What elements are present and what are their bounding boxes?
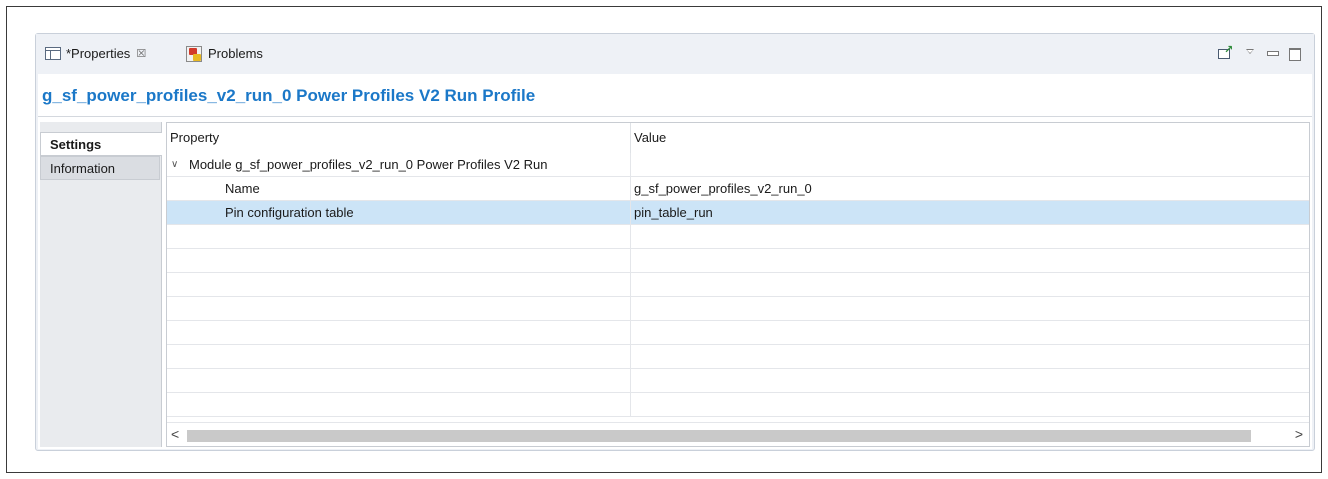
tab-properties[interactable]: *Properties ☒ — [45, 40, 146, 67]
properties-content: g_sf_power_profiles_v2_run_0 Power Profi… — [38, 74, 1312, 449]
section-tabs: Settings Information — [40, 122, 162, 447]
empty-row — [167, 369, 1309, 393]
row-value[interactable]: g_sf_power_profiles_v2_run_0 — [631, 177, 1309, 200]
scrollbar-thumb[interactable] — [187, 430, 1251, 442]
empty-row — [167, 393, 1309, 417]
section-tab-settings[interactable]: Settings — [40, 132, 162, 156]
horizontal-scrollbar[interactable]: < > — [167, 422, 1309, 446]
table-row[interactable]: Pin configuration table pin_table_run — [167, 201, 1309, 225]
problems-icon — [186, 45, 202, 62]
row-property-label: Name — [167, 177, 631, 200]
properties-icon — [45, 47, 61, 60]
minimize-icon[interactable] — [1266, 46, 1279, 60]
screenshot-frame: *Properties ☒ Problems ↗ g_sf_power_prof… — [6, 6, 1322, 473]
empty-row — [167, 249, 1309, 273]
row-property-label: Module g_sf_power_profiles_v2_run_0 Powe… — [189, 157, 548, 172]
row-value — [631, 153, 1309, 176]
maximize-icon[interactable] — [1288, 46, 1301, 61]
column-header-value[interactable]: Value — [631, 123, 1309, 153]
tab-problems[interactable]: Problems — [186, 40, 263, 67]
row-property-label: Pin configuration table — [167, 201, 631, 224]
scroll-right-icon[interactable]: > — [1295, 426, 1303, 442]
empty-row — [167, 273, 1309, 297]
properties-view: *Properties ☒ Problems ↗ g_sf_power_prof… — [35, 33, 1315, 451]
table-row[interactable]: Name g_sf_power_profiles_v2_run_0 — [167, 177, 1309, 201]
grid-rows: ∨ Module g_sf_power_profiles_v2_run_0 Po… — [167, 153, 1309, 417]
close-tab-icon[interactable]: ☒ — [136, 47, 146, 60]
empty-row — [167, 321, 1309, 345]
column-header-property[interactable]: Property — [167, 123, 631, 153]
title-divider — [38, 116, 1312, 117]
scroll-left-icon[interactable]: < — [171, 426, 179, 442]
empty-row — [167, 225, 1309, 249]
chevron-down-icon[interactable]: ∨ — [171, 153, 183, 176]
grid-header: Property Value — [167, 123, 1309, 153]
tab-properties-label: *Properties — [66, 46, 131, 61]
view-toolbar: ↗ — [1218, 44, 1301, 62]
page-title: g_sf_power_profiles_v2_run_0 Power Profi… — [42, 86, 536, 105]
table-row[interactable]: ∨ Module g_sf_power_profiles_v2_run_0 Po… — [167, 153, 1309, 177]
pin-editor-icon[interactable]: ↗ — [1218, 45, 1234, 60]
view-menu-icon[interactable] — [1244, 46, 1256, 60]
row-value[interactable]: pin_table_run — [631, 201, 1309, 224]
tab-problems-label: Problems — [208, 46, 263, 61]
view-tab-bar: *Properties ☒ Problems ↗ — [36, 34, 1314, 74]
empty-row — [167, 345, 1309, 369]
empty-row — [167, 297, 1309, 321]
section-tab-information[interactable]: Information — [40, 156, 160, 180]
property-grid: Property Value ∨ Module g_sf_power_profi… — [166, 122, 1310, 447]
